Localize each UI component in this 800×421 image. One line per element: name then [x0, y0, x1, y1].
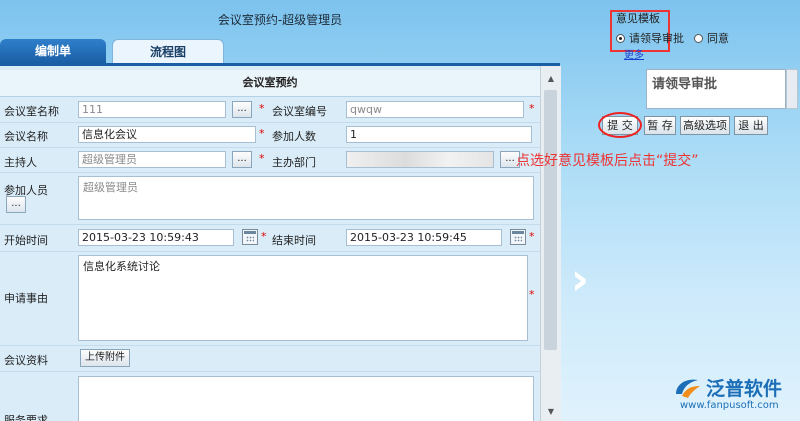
start-time-label: 开始时间 [4, 234, 48, 247]
room-picker-button[interactable]: ... [232, 101, 252, 118]
row-divider [0, 122, 540, 123]
room-name-label: 会议室名称 [4, 105, 59, 118]
required-mark: * [529, 230, 535, 243]
scroll-up-icon[interactable]: ▲ [543, 72, 559, 86]
start-time-field[interactable]: 2015-03-23 10:59:43 [78, 229, 234, 246]
tab-flowchart[interactable]: 流程图 [112, 39, 224, 63]
attendee-count-label: 参加人数 [272, 130, 316, 143]
participants-picker-button[interactable]: ... [6, 196, 26, 213]
row-divider [0, 345, 540, 346]
tab-bar: 编制单 流程图 [0, 39, 560, 63]
attendee-count-field[interactable]: 1 [346, 126, 532, 143]
opinion-option-agree[interactable]: 同意 [694, 30, 729, 46]
instruction-hint: 点选好意见模板后点击“提交” [516, 153, 699, 169]
calendar-icon[interactable] [242, 229, 258, 245]
host-field[interactable]: 超级管理员 [78, 151, 226, 168]
room-no-label: 会议室编号 [272, 105, 327, 118]
dept-label: 主办部门 [272, 156, 316, 169]
opinion-title: 意见模板 [616, 12, 660, 25]
required-mark: * [261, 230, 267, 243]
scroll-thumb[interactable] [544, 90, 557, 350]
logo-name: 泛普软件 [706, 378, 783, 400]
form-area: 会议室预约 会议室名称 111 ... * 会议室编号 qwqw * 会议名称 … [0, 66, 540, 421]
opinion-option-approve-request[interactable]: 请领导审批 [616, 30, 684, 46]
row-divider [0, 172, 540, 173]
end-time-label: 结束时间 [272, 234, 316, 247]
logo-mark-icon [676, 379, 700, 398]
exit-button[interactable]: 退 出 [734, 116, 768, 135]
room-name-field[interactable]: 111 [78, 101, 226, 118]
brand-logo: 泛普软件 www.fanpusoft.com [670, 374, 798, 416]
row-divider [0, 251, 540, 252]
meeting-name-field[interactable]: 信息化会议 [78, 126, 256, 143]
tab-edit-form[interactable]: 编制单 [0, 39, 106, 63]
logo-url: www.fanpusoft.com [680, 400, 779, 411]
required-mark: * [259, 102, 265, 115]
calendar-icon[interactable] [510, 229, 526, 245]
host-picker-button[interactable]: ... [232, 151, 252, 168]
reason-label: 申请事由 [4, 292, 48, 305]
meeting-name-label: 会议名称 [4, 130, 48, 143]
more-templates-link[interactable]: 更多 [624, 46, 644, 61]
reason-field[interactable]: 信息化系统讨论 [78, 255, 528, 341]
required-mark: * [259, 152, 265, 165]
participants-field[interactable]: 超级管理员 [78, 176, 534, 220]
dept-field[interactable] [346, 151, 494, 168]
radio-unselected-icon [694, 33, 703, 43]
required-mark: * [529, 102, 535, 115]
radio-selected-icon [616, 33, 625, 43]
submit-button[interactable]: 提 交 [602, 116, 638, 135]
window-title: 会议室预约-超级管理员 [217, 12, 343, 27]
row-divider [0, 224, 540, 225]
form-scrollbar[interactable]: ▲ ▼ [540, 66, 561, 421]
row-divider [0, 147, 540, 148]
form-header: 会议室预约 [0, 70, 540, 97]
service-label: 服务要求 [4, 414, 48, 421]
room-no-field[interactable]: qwqw [346, 101, 524, 118]
opinion-panel: 意见模板 请领导审批 同意 更多 请领导审批 提 交 暂 存 高级选项 退 出 [598, 0, 800, 421]
opinion-scrollbar[interactable] [786, 69, 798, 109]
row-divider [0, 371, 540, 372]
end-time-field[interactable]: 2015-03-23 10:59:45 [346, 229, 502, 246]
advanced-options-button[interactable]: 高级选项 [680, 116, 730, 135]
required-mark: * [529, 288, 535, 301]
service-field[interactable] [78, 376, 534, 421]
opinion-option-label: 同意 [707, 32, 729, 45]
upload-attachment-button[interactable]: 上传附件 [80, 349, 130, 367]
required-mark: * [259, 127, 265, 140]
attachment-label: 会议资料 [4, 354, 48, 367]
save-draft-button[interactable]: 暂 存 [644, 116, 676, 135]
opinion-text-field[interactable]: 请领导审批 [646, 69, 786, 109]
expand-panel-icon[interactable]: › [566, 252, 594, 308]
host-label: 主持人 [4, 156, 37, 169]
scroll-down-icon[interactable]: ▼ [543, 405, 559, 419]
opinion-option-label: 请领导审批 [629, 32, 684, 45]
